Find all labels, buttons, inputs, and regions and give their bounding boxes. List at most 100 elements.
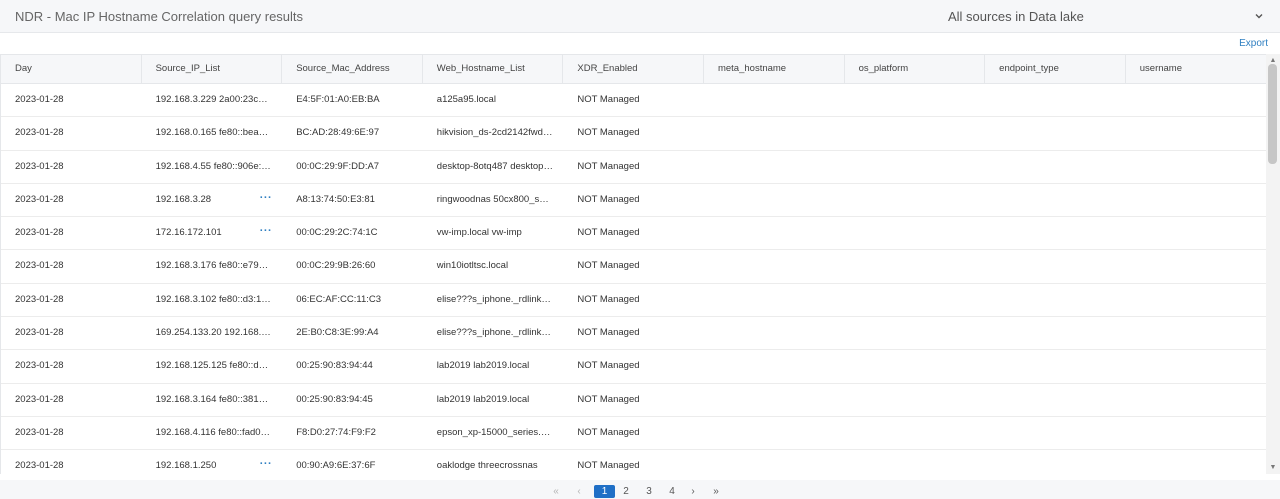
web-hostname-cell: hikvision_ds-2cd2142fwd-i... xyxy=(423,117,564,149)
source-mac-cell: E4:5F:01:A0:EB:BA xyxy=(282,84,423,116)
day-cell-text: 2023-01-28 xyxy=(15,327,64,339)
page-button-2[interactable]: 2 xyxy=(620,485,632,498)
os-platform-cell xyxy=(845,217,986,249)
username-cell xyxy=(1126,450,1266,474)
meta-hostname-cell xyxy=(704,217,845,249)
meta-hostname-cell xyxy=(704,117,845,149)
source-mac-cell-text: F8:D0:27:74:F9:F2 xyxy=(296,426,376,438)
web-hostname-cell: oaklodge threecrossnas xyxy=(423,450,564,474)
column-header-source-mac-address[interactable]: Source_Mac_Address xyxy=(282,55,423,83)
web-hostname-cell-text: a125a95.local xyxy=(436,94,496,105)
column-header-endpoint-type[interactable]: endpoint_type xyxy=(985,55,1126,83)
source-ip-cell: 169.254.133.20 192.168.4.1... xyxy=(142,317,283,349)
meta-hostname-cell xyxy=(704,250,845,282)
xdr-enabled-cell-text: NOT Managed xyxy=(577,360,640,372)
table-row[interactable]: 2023-01-28 169.254.133.20 192.168.4.1... 2… xyxy=(1,317,1266,351)
meta-hostname-cell xyxy=(704,84,845,116)
endpoint-type-cell xyxy=(985,117,1126,149)
endpoint-type-cell xyxy=(985,417,1126,449)
more-ips-icon[interactable]: ··· xyxy=(260,184,273,213)
table-row[interactable]: 2023-01-28 172.16.172.101 ··· 00:0C:29:2C:7… xyxy=(1,217,1266,251)
scrollbar-thumb[interactable] xyxy=(1268,64,1277,164)
web-hostname-cell-text: lab2019 lab2019.local xyxy=(436,393,530,405)
xdr-enabled-cell-text: NOT Managed xyxy=(577,393,640,405)
day-cell: 2023-01-28 xyxy=(1,350,142,382)
source-ip-cell: 192.168.3.176 fe80::e796:c... xyxy=(142,250,283,282)
column-header-day[interactable]: Day xyxy=(1,55,142,83)
table-row[interactable]: 2023-01-28 192.168.4.116 fe80::fad0:27...… xyxy=(1,416,1266,451)
source-ip-cell-text: 169.254.133.20 192.168.4.1... xyxy=(155,327,283,339)
export-button[interactable]: Export xyxy=(1239,38,1268,49)
table-row[interactable]: 2023-01-28 192.168.0.165 fe80::bead:2... B… xyxy=(1,117,1266,151)
column-header-username[interactable]: username xyxy=(1126,55,1266,83)
username-cell xyxy=(1126,417,1266,449)
table-header: Day Source_IP_List Source_Mac_Address Web_H… xyxy=(1,54,1266,84)
endpoint-type-cell xyxy=(985,151,1126,183)
table-row[interactable]: 2023-01-28 192.168.1.250 ··· 00:90:A9:6E:37… xyxy=(1,450,1266,474)
source-ip-cell: 172.16.172.101 ··· xyxy=(142,217,283,249)
more-ips-icon[interactable]: ··· xyxy=(260,217,273,246)
web-hostname-cell: elise???s_iphone._rdlink._tc... xyxy=(423,317,564,349)
table-row[interactable]: 2023-01-28 192.168.3.28 ··· A8:13:74:50:E3:… xyxy=(1,183,1266,218)
page-button-3[interactable]: 3 xyxy=(643,485,655,498)
endpoint-type-cell xyxy=(985,317,1126,349)
table-row[interactable]: 2023-01-28 192.168.125.125 fe80::d555... 0… xyxy=(1,350,1266,384)
source-mac-cell: 00:0C:29:2C:74:1C xyxy=(282,217,423,249)
source-mac-cell: A8:13:74:50:E3:81 xyxy=(282,184,423,216)
column-header-meta-hostname[interactable]: meta_hostname xyxy=(704,55,845,83)
endpoint-type-cell xyxy=(985,217,1126,249)
os-platform-cell xyxy=(845,184,986,216)
os-platform-cell xyxy=(845,384,986,416)
meta-hostname-cell xyxy=(704,317,845,349)
source-mac-cell-text: 00:0C:29:9B:26:60 xyxy=(296,260,376,272)
os-platform-cell xyxy=(845,317,986,349)
first-page-icon[interactable]: « xyxy=(551,485,561,498)
results-table: Day Source_IP_List Source_Mac_Address Web_H… xyxy=(0,54,1266,474)
xdr-enabled-cell: NOT Managed xyxy=(563,117,704,149)
prev-page-icon[interactable]: ‹ xyxy=(574,485,584,498)
source-mac-cell-text: BC:AD:28:49:6E:97 xyxy=(296,127,380,139)
last-page-icon[interactable]: » xyxy=(710,485,722,498)
xdr-enabled-cell-text: NOT Managed xyxy=(577,293,640,305)
vertical-scrollbar[interactable]: ▲ ▼ xyxy=(1266,54,1280,474)
source-ip-cell: 192.168.4.116 fe80::fad0:27... xyxy=(142,417,283,449)
table-row[interactable]: 2023-01-28 192.168.4.55 fe80::906e:4f... 0… xyxy=(1,150,1266,184)
column-header-xdr-enabled[interactable]: XDR_Enabled xyxy=(563,55,704,83)
column-header-os-platform[interactable]: os_platform xyxy=(845,55,986,83)
table-row[interactable]: 2023-01-28 192.168.3.164 fe80::381d:3... 0… xyxy=(1,383,1266,417)
source-selector[interactable]: All sources in Data lake xyxy=(948,9,1084,24)
next-page-icon[interactable]: › xyxy=(688,485,698,498)
day-cell: 2023-01-28 xyxy=(1,217,142,249)
source-ip-cell-text: 192.168.0.165 fe80::bead:2... xyxy=(155,127,280,139)
os-platform-cell xyxy=(845,117,986,149)
endpoint-type-cell xyxy=(985,250,1126,282)
day-cell: 2023-01-28 xyxy=(1,284,142,316)
chevron-down-icon[interactable] xyxy=(1253,10,1265,22)
table-row[interactable]: 2023-01-28 192.168.3.176 fe80::e796:c... 0… xyxy=(1,250,1266,284)
source-ip-cell: 192.168.0.165 fe80::bead:2... xyxy=(142,117,283,149)
xdr-enabled-cell: NOT Managed xyxy=(563,250,704,282)
scroll-down-icon[interactable]: ▼ xyxy=(1269,464,1277,472)
day-cell: 2023-01-28 xyxy=(1,151,142,183)
table-row[interactable]: 2023-01-28 192.168.3.102 fe80::d3:1e4... 0… xyxy=(1,283,1266,318)
column-header-web-hostname-list[interactable]: Web_Hostname_List xyxy=(423,55,564,83)
day-cell: 2023-01-28 xyxy=(1,450,142,474)
username-cell xyxy=(1126,317,1266,349)
web-hostname-cell: elise???s_iphone._rdlink._tc... xyxy=(423,284,564,316)
page-button-4[interactable]: 4 xyxy=(666,485,678,498)
web-hostname-cell-text: epson_xp-15000_series._ip... xyxy=(436,426,562,438)
username-cell xyxy=(1126,84,1266,116)
more-ips-icon[interactable]: ··· xyxy=(260,450,273,474)
page-button-1[interactable]: 1 xyxy=(594,485,615,498)
table-row[interactable]: 2023-01-28 192.168.3.229 2a00:23c8:4... E4… xyxy=(1,84,1266,118)
source-mac-cell-text: 00:90:A9:6E:37:6F xyxy=(296,460,376,472)
day-cell-text: 2023-01-28 xyxy=(15,393,64,405)
xdr-enabled-cell: NOT Managed xyxy=(563,184,704,216)
column-header-source-ip-list[interactable]: Source_IP_List xyxy=(142,55,283,83)
xdr-enabled-cell: NOT Managed xyxy=(563,450,704,474)
username-cell xyxy=(1126,250,1266,282)
meta-hostname-cell xyxy=(704,450,845,474)
meta-hostname-cell xyxy=(704,417,845,449)
source-mac-cell: 00:0C:29:9B:26:60 xyxy=(282,250,423,282)
source-mac-cell-text: 00:25:90:83:94:44 xyxy=(296,360,373,372)
